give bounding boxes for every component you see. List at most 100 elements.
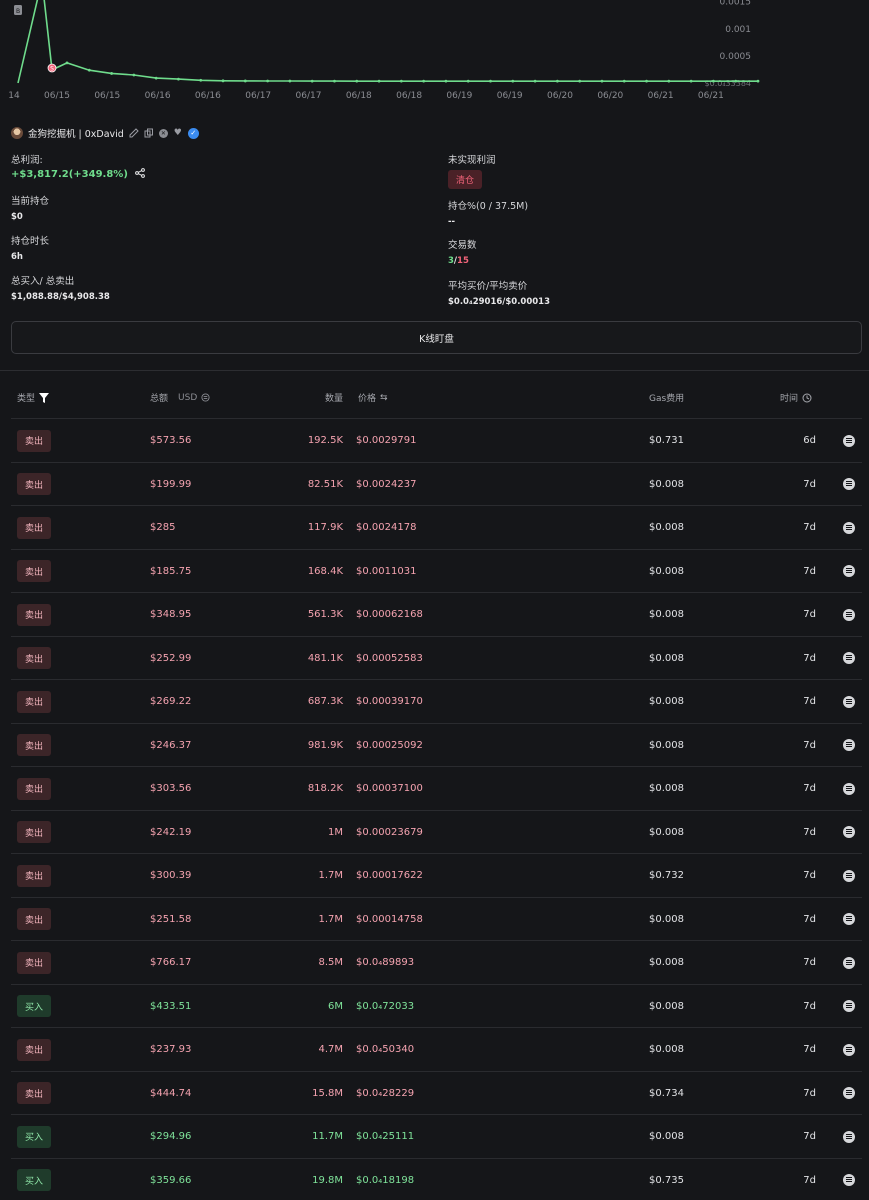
details-menu-icon[interactable] bbox=[843, 434, 855, 447]
details-menu-icon[interactable] bbox=[843, 826, 855, 838]
price-chart[interactable]: 0.0015 0.001 0.0005 $0.0₄33384 S B 14 06/15 06/1… bbox=[0, 0, 869, 110]
header-usd-toggle[interactable]: USD bbox=[178, 393, 197, 403]
price-point bbox=[333, 79, 336, 83]
details-cell bbox=[843, 985, 855, 1028]
amount-cell: $444.74 bbox=[150, 1087, 192, 1099]
gas-cell: $0.008 bbox=[649, 609, 684, 620]
quantity-cell: 687.3K bbox=[307, 696, 343, 707]
table-row[interactable]: 买入 $359.66 19.8M $0.0₄18198 $0.735 7d bbox=[11, 1157, 862, 1200]
table-row[interactable]: 卖出 $251.58 1.7M $0.00014758 $0.008 7d bbox=[11, 896, 862, 941]
switch-icon[interactable] bbox=[201, 393, 210, 402]
details-menu-icon[interactable] bbox=[843, 478, 855, 490]
header-gas-label: Gas费用 bbox=[649, 394, 685, 404]
swap-icon[interactable]: ⇆ bbox=[380, 393, 388, 403]
x-tick-label: 06/16 bbox=[145, 91, 171, 101]
table-row[interactable]: 卖出 $300.39 1.7M $0.00017622 $0.732 7d bbox=[11, 853, 862, 896]
wallet-name[interactable]: 金狗挖掘机 | 0xDavid bbox=[28, 126, 124, 140]
table-row[interactable]: 卖出 $185.75 168.4K $0.0011031 $0.008 7d bbox=[11, 548, 862, 592]
gas-cell: $0.008 bbox=[649, 1044, 684, 1055]
table-row[interactable]: 卖出 $242.19 1M $0.00023679 $0.008 7d bbox=[11, 809, 862, 853]
table-row[interactable]: 卖出 $285 117.9K $0.0024178 $0.008 7d bbox=[11, 505, 862, 548]
table-row[interactable]: 卖出 $303.56 818.2K $0.00037100 $0.008 7d bbox=[11, 766, 862, 809]
header-price-label: 价格 bbox=[358, 394, 377, 404]
time-cell: 7d bbox=[803, 783, 816, 794]
totals-value: $1,088.88/$4,908.38 bbox=[11, 292, 110, 302]
details-menu-icon[interactable] bbox=[843, 695, 855, 708]
amount-cell: $269.22 bbox=[150, 696, 192, 707]
heart-icon[interactable]: ♥ bbox=[173, 128, 183, 138]
details-menu-icon[interactable] bbox=[843, 608, 855, 621]
kline-watch-button[interactable]: K线盯盘 bbox=[11, 321, 862, 354]
edit-icon[interactable] bbox=[129, 128, 139, 138]
type-cell: 卖出 bbox=[17, 506, 51, 549]
details-cell bbox=[843, 419, 855, 462]
details-menu-icon[interactable] bbox=[843, 869, 855, 882]
header-time[interactable]: 时间 bbox=[780, 391, 812, 404]
type-cell: 卖出 bbox=[17, 1028, 51, 1071]
avatar[interactable] bbox=[11, 127, 23, 139]
x-icon[interactable]: ✕ bbox=[158, 128, 168, 138]
gas-cell: $0.008 bbox=[649, 826, 684, 838]
table-row[interactable]: 卖出 $766.17 8.5M $0.0₄89893 $0.008 7d bbox=[11, 940, 862, 983]
price-point bbox=[266, 79, 270, 83]
table-row[interactable]: 卖出 $444.74 15.8M $0.0₄28229 $0.734 7d bbox=[11, 1070, 862, 1114]
price-point bbox=[154, 76, 158, 80]
details-menu-icon[interactable] bbox=[843, 1000, 855, 1012]
type-cell: 卖出 bbox=[17, 854, 51, 897]
time-cell: 7d bbox=[803, 739, 816, 751]
table-row[interactable]: 卖出 $237.93 4.7M $0.0₄50340 $0.008 7d bbox=[11, 1027, 862, 1070]
time-cell: 7d bbox=[803, 957, 816, 968]
header-amount: 总额 USD bbox=[150, 391, 210, 404]
divider bbox=[0, 370, 869, 371]
details-menu-icon[interactable] bbox=[843, 565, 855, 577]
quantity-cell: 6M bbox=[328, 1000, 343, 1012]
table-row[interactable]: 卖出 $269.22 687.3K $0.00039170 $0.008 7d bbox=[11, 679, 862, 722]
table-row[interactable]: 卖出 $348.95 561.3K $0.00062168 $0.008 7d bbox=[11, 592, 862, 635]
trade-type-badge: 卖出 bbox=[17, 647, 51, 669]
price-line bbox=[17, 0, 758, 84]
price-point bbox=[355, 79, 359, 83]
verified-icon: ✓ bbox=[187, 127, 199, 139]
copy-icon[interactable] bbox=[144, 128, 154, 138]
quantity-cell: 117.9K bbox=[307, 522, 343, 533]
details-menu-icon[interactable] bbox=[843, 1087, 855, 1099]
table-row[interactable]: 卖出 $573.56 192.5K $0.0029791 $0.731 6d bbox=[11, 418, 862, 461]
current-holding: 当前持仓 $0 bbox=[11, 193, 49, 222]
table-row[interactable]: 卖出 $252.99 481.1K $0.00052583 $0.008 7d bbox=[11, 635, 862, 679]
share-icon[interactable] bbox=[135, 168, 146, 181]
header-price[interactable]: 价格 ⇆ bbox=[358, 391, 388, 405]
table-row[interactable]: 买入 $433.51 6M $0.0₄72033 $0.008 7d bbox=[11, 983, 862, 1028]
details-cell bbox=[843, 898, 855, 941]
total-buy-sell: 总买入/ 总卖出 $1,088.88/$4,908.38 bbox=[11, 273, 110, 302]
trade-count: 交易数 3/15 bbox=[448, 237, 477, 266]
details-menu-icon[interactable] bbox=[843, 1130, 855, 1143]
table-row[interactable]: 买入 $294.96 11.7M $0.0₄25111 $0.008 7d bbox=[11, 1114, 862, 1157]
details-menu-icon[interactable] bbox=[843, 956, 855, 969]
price-cell: $0.00052583 bbox=[356, 652, 423, 664]
unrealized-label: 未实现利润 bbox=[448, 155, 496, 166]
clock-icon[interactable] bbox=[802, 393, 812, 403]
time-cell: 7d bbox=[803, 1000, 816, 1012]
details-cell bbox=[843, 941, 855, 984]
price-point bbox=[177, 77, 180, 81]
trade-type-badge: 卖出 bbox=[17, 821, 51, 843]
details-menu-icon[interactable] bbox=[843, 913, 855, 925]
details-menu-icon[interactable] bbox=[843, 652, 855, 664]
amount-cell: $359.66 bbox=[150, 1174, 192, 1186]
details-menu-icon[interactable] bbox=[843, 521, 855, 534]
details-menu-icon[interactable] bbox=[843, 739, 855, 751]
details-menu-icon[interactable] bbox=[843, 1043, 855, 1056]
details-menu-icon[interactable] bbox=[843, 782, 855, 795]
x-tick-label: 06/20 bbox=[597, 91, 623, 101]
trade-type-badge: 卖出 bbox=[17, 560, 51, 582]
filter-icon[interactable] bbox=[39, 392, 50, 403]
header-amount-label: 总额 bbox=[150, 394, 169, 404]
header-type[interactable]: 类型 bbox=[17, 391, 50, 404]
details-menu-icon[interactable] bbox=[843, 1174, 855, 1186]
price-cell: $0.0029791 bbox=[356, 435, 417, 446]
gas-cell: $0.734 bbox=[649, 1087, 684, 1099]
table-row[interactable]: 卖出 $199.99 82.51K $0.0024237 $0.008 7d bbox=[11, 461, 862, 505]
type-cell: 买入 bbox=[17, 1115, 51, 1158]
table-row[interactable]: 卖出 $246.37 981.9K $0.00025092 $0.008 7d bbox=[11, 722, 862, 766]
avg-value: $0.0₄29016/$0.00013 bbox=[448, 297, 550, 307]
